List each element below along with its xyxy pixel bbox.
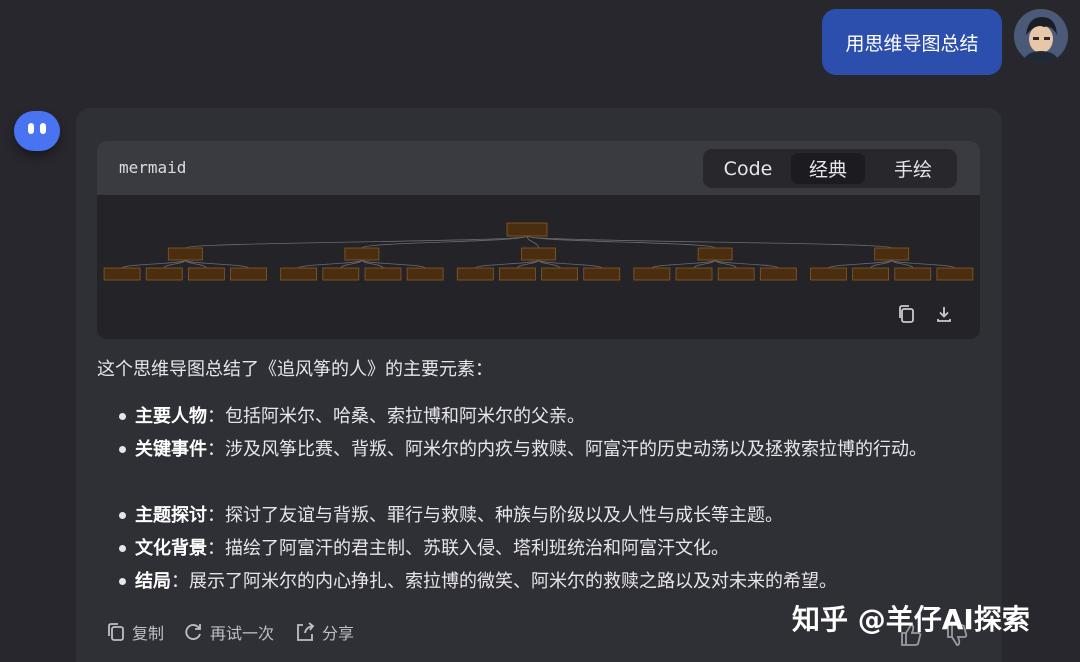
mindmap-leaf-node <box>675 267 713 281</box>
copy-label: 复制 <box>132 624 165 643</box>
tab-hand-drawn-label: 手绘 <box>893 159 932 181</box>
mindmap-leaf-node <box>145 267 183 281</box>
bot-avatar <box>14 111 60 151</box>
download-diagram-button[interactable] <box>935 304 955 326</box>
render-mode-tabs: Code 经典 手绘 <box>703 149 957 188</box>
mindmap-leaf-node <box>230 267 267 281</box>
bullet-term: 主要人物 <box>135 406 207 427</box>
copy-icon <box>108 623 124 641</box>
tab-code[interactable]: Code <box>707 153 789 184</box>
bullet-text: 主要人物：包括阿米尔、哈桑、索拉博和阿米尔的父亲。 <box>135 400 965 433</box>
mindmap-leaf-node <box>456 267 494 281</box>
bullet-dot <box>119 446 126 453</box>
response-intro: 这个思维导图总结了《追风筝的人》的主要元素： <box>97 359 493 380</box>
bullet-text: 文化背景：描绘了阿富汗的君主制、苏联入侵、塔利班统治和阿富汗文化。 <box>135 532 965 565</box>
bullet-term: 文化背景 <box>135 538 207 559</box>
mindmap-root-node <box>506 222 548 237</box>
bullet-dot <box>119 545 126 552</box>
mindmap-leaf-node <box>633 267 671 281</box>
retry-button[interactable]: 再试一次 <box>182 620 274 644</box>
tab-code-label: Code <box>723 157 773 180</box>
mindmap-branch-node <box>521 247 556 261</box>
mindmap-svg <box>103 222 974 281</box>
code-language-label: mermaid <box>119 158 187 177</box>
mindmap-leaf-node <box>894 267 932 281</box>
mindmap-leaf-node <box>364 267 402 281</box>
mindmap-leaf-node <box>280 267 318 281</box>
bot-eye-icon <box>28 123 34 134</box>
copy-diagram-button[interactable] <box>897 304 917 326</box>
refresh-icon <box>185 624 201 640</box>
mindmap-leaf-node <box>583 267 621 281</box>
code-block-header: mermaid Code 经典 手绘 <box>97 141 980 195</box>
retry-label: 再试一次 <box>210 624 275 643</box>
mindmap-branch-node <box>697 247 733 261</box>
bullet-desc: ：探讨了友谊与背叛、罪行与救赎、种族与阶级以及人性与成长等主题。 <box>207 505 783 526</box>
bullet-dot <box>119 512 126 519</box>
mindmap-leaf-node <box>759 267 797 281</box>
copy-icon <box>899 305 914 323</box>
mindmap-leaf-node <box>187 267 225 281</box>
tab-hand-drawn[interactable]: 手绘 <box>873 153 953 184</box>
share-icon <box>297 622 315 641</box>
tab-classic[interactable]: 经典 <box>791 153 865 184</box>
mindmap-leaf-node <box>717 267 755 281</box>
mindmap-branch-node <box>167 247 203 261</box>
tab-classic-label: 经典 <box>808 159 847 181</box>
bullet-text: 关键事件：涉及风筝比赛、背叛、阿米尔的内疚与救赎、阿富汗的历史动荡以及拯救索拉博… <box>135 433 965 466</box>
bot-eye-icon <box>40 123 46 134</box>
user-avatar[interactable] <box>1014 9 1068 63</box>
mindmap-leaf-node <box>322 267 360 281</box>
mindmap-leaf-node <box>810 267 847 281</box>
user-message-bubble: 用思维导图总结 <box>822 9 1002 75</box>
mindmap-leaf-node <box>936 267 974 281</box>
bullet-desc: ：包括阿米尔、哈桑、索拉博和阿米尔的父亲。 <box>207 406 585 427</box>
mindmap-edge <box>361 235 528 249</box>
bullet-desc: ：展示了阿米尔的内心挣扎、索拉博的微笑、阿米尔的救赎之路以及对未来的希望。 <box>171 571 837 592</box>
bullet-term: 结局 <box>135 571 171 592</box>
bullet-desc: ：描绘了阿富汗的君主制、苏联入侵、塔利班统治和阿富汗文化。 <box>207 538 729 559</box>
share-button[interactable]: 分享 <box>294 620 354 644</box>
mindmap-leaf-node <box>406 267 444 281</box>
mindmap-leaf-node <box>499 267 536 281</box>
watermark: 知乎 @羊仔AI探索 <box>792 603 1030 636</box>
mindmap-branch-node <box>344 247 380 261</box>
mindmap-edge <box>184 235 528 249</box>
bullet-term: 关键事件 <box>135 439 207 460</box>
bullet-desc: ：涉及风筝比赛、背叛、阿米尔的内疚与救赎、阿富汗的历史动荡以及拯救索拉博的行动。 <box>207 439 927 460</box>
user-message-text: 用思维导图总结 <box>845 32 979 55</box>
download-icon <box>937 307 951 322</box>
mindmap-leaf-node <box>852 267 890 281</box>
mindmap-branch-node <box>874 247 910 261</box>
code-block: mermaid Code 经典 手绘 <box>97 141 980 339</box>
bullet-dot <box>119 578 126 585</box>
mindmap-leaf-node <box>103 267 141 281</box>
mindmap-diagram <box>97 195 980 339</box>
bullet-text: 结局：展示了阿米尔的内心挣扎、索拉博的微笑、阿米尔的救赎之路以及对未来的希望。 <box>135 565 965 598</box>
share-label: 分享 <box>322 624 355 643</box>
bullet-text: 主题探讨：探讨了友谊与背叛、罪行与救赎、种族与阶级以及人性与成长等主题。 <box>135 499 965 532</box>
copy-response-button[interactable]: 复制 <box>106 620 164 644</box>
mindmap-leaf-node <box>541 267 578 281</box>
bullet-term: 主题探讨 <box>135 505 207 526</box>
bullet-dot <box>119 413 126 420</box>
